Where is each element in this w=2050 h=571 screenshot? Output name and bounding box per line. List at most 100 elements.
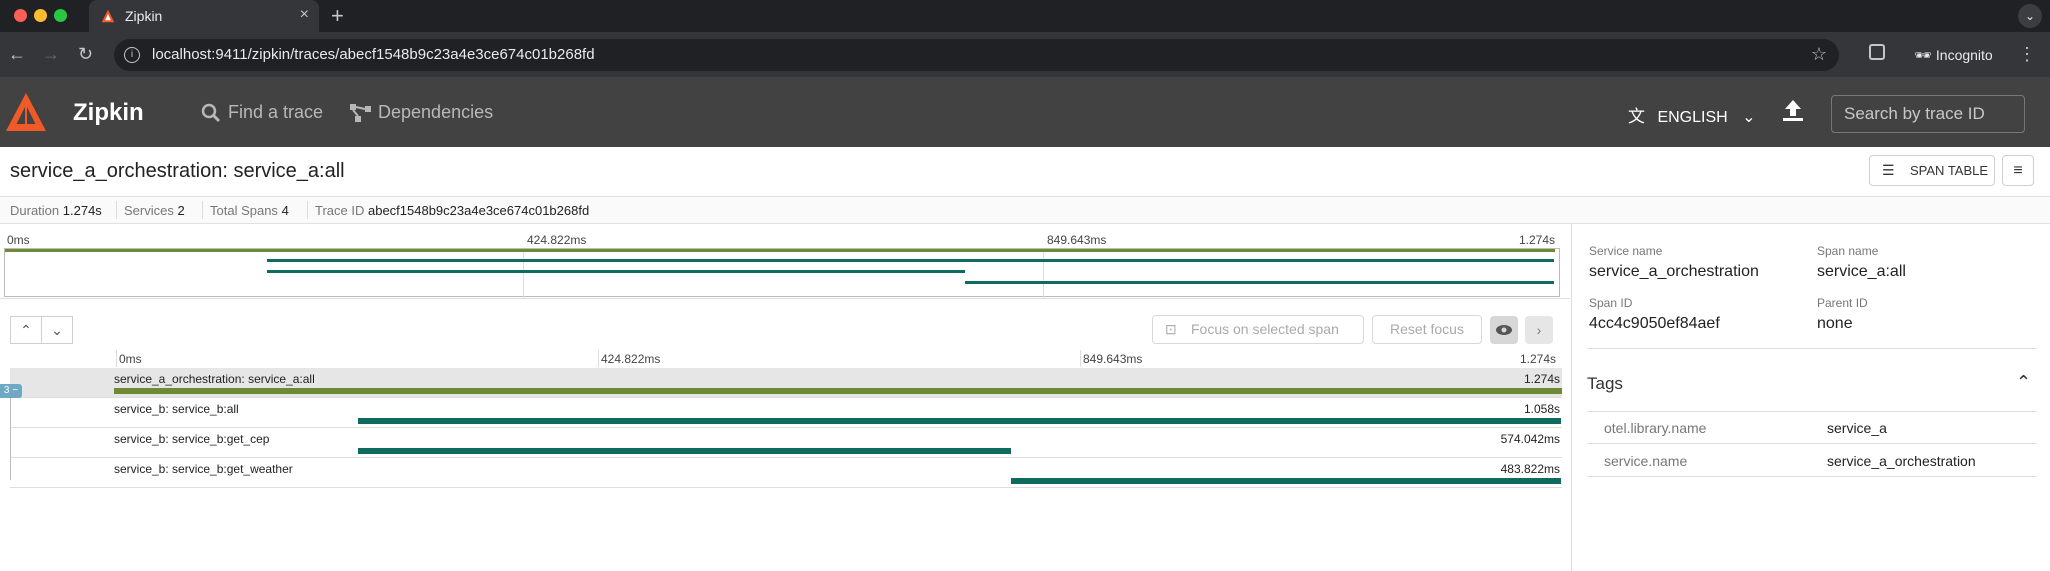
tag-value: service_a — [1827, 420, 1887, 436]
incognito-label: Incognito — [1935, 47, 1993, 63]
language-label: ENGLISH — [1657, 109, 1728, 126]
nav-find-trace[interactable]: Find a trace — [199, 102, 323, 123]
total-spans-value: 4 — [281, 203, 289, 218]
zipkin-favicon-icon — [101, 9, 115, 23]
nav-dependencies-label: Dependencies — [378, 102, 494, 122]
expand-up-button[interactable]: ⌃ — [10, 316, 42, 344]
span-duration: 1.058s — [1523, 402, 1560, 416]
span-row[interactable]: service_b: service_b:get_cep 574.042ms — [10, 428, 1562, 458]
incognito-indicator[interactable]: 🕶 Incognito — [1904, 39, 2003, 71]
mini-tick-label: 0ms — [7, 233, 30, 247]
span-name: service_b: service_b:get_cep — [114, 432, 270, 446]
tick-label: 0ms — [119, 352, 142, 366]
span-name: service_b: service_b:all — [114, 402, 239, 416]
focus-selected-span-label: Focus on selected span — [1191, 321, 1339, 337]
site-info-icon[interactable]: i — [124, 47, 140, 63]
upload-icon[interactable] — [1782, 99, 1804, 123]
timeline-header: 0ms 424.822ms 849.643ms 1.274s — [0, 350, 1570, 368]
app-brand[interactable]: Zipkin — [73, 99, 144, 127]
tick-label: 1.274s — [1520, 352, 1557, 366]
span-bar[interactable] — [358, 418, 1561, 424]
trace-id-search[interactable] — [1831, 95, 2025, 133]
tree-line — [10, 398, 11, 480]
menu-button[interactable]: ≡ — [2002, 155, 2034, 186]
parent-id-label: Parent ID — [1817, 296, 1868, 310]
maximize-window-button[interactable] — [54, 9, 67, 22]
toggle-visibility-button[interactable] — [1490, 316, 1518, 344]
span-table-label: SPAN TABLE — [1910, 163, 1989, 178]
language-selector[interactable]: 文 ENGLISH ⌄ — [1628, 102, 1756, 127]
collapse-children-button[interactable]: 3 − — [0, 384, 22, 398]
app-header: Zipkin Find a trace Dependencies 文 ENGLI… — [0, 77, 2050, 147]
forward-icon[interactable]: → — [42, 44, 60, 65]
minimize-window-button[interactable] — [34, 9, 47, 22]
summary-total-spans: Total Spans 4 — [210, 203, 289, 218]
span-bar[interactable] — [1010, 478, 1561, 484]
span-detail-panel: Service name service_a_orchestration Spa… — [1571, 224, 2050, 571]
close-window-button[interactable] — [14, 9, 27, 22]
browser-toolbar: ← → ↻ i localhost:9411/zipkin/traces/abe… — [0, 32, 2050, 77]
span-duration: 1.274s — [1523, 372, 1560, 386]
chevron-right-icon: › — [1536, 322, 1542, 338]
span-name-value: service_a:all — [1817, 263, 1906, 280]
chevron-up-icon: ⌃ — [20, 322, 32, 338]
bookmark-star-icon[interactable]: ☆ — [1811, 44, 1827, 65]
trace-summary: Duration 1.274s Services 2 Total Spans 4… — [0, 196, 2050, 224]
summary-services: Services 2 — [124, 203, 185, 218]
span-name: service_b: service_b:get_weather — [114, 462, 293, 476]
expand-down-button[interactable]: ⌄ — [41, 316, 73, 344]
mini-tick-label: 424.822ms — [527, 233, 587, 247]
reset-focus-label: Reset focus — [1390, 321, 1464, 337]
span-row[interactable]: service_b: service_b:all 1.058s — [10, 398, 1562, 428]
mini-span-bar — [266, 259, 1554, 262]
summary-trace-id: Trace ID abecf1548b9c23a4e3ce674c01b268f… — [315, 203, 590, 218]
tab-close-icon[interactable]: × — [300, 6, 309, 24]
browser-tab[interactable]: Zipkin × — [89, 0, 319, 32]
chevron-down-icon: ⌄ — [51, 322, 63, 338]
span-duration: 483.822ms — [1500, 462, 1560, 476]
tag-key: service.name — [1604, 453, 1688, 469]
span-row[interactable]: service_b: service_b:get_weather 483.822m… — [10, 458, 1562, 488]
reload-icon[interactable]: ↻ — [78, 44, 93, 65]
focus-selected-span-button[interactable]: ⊡ Focus on selected span — [1152, 315, 1364, 344]
trace-id-search-input[interactable] — [1832, 96, 2024, 132]
parent-id-value: none — [1817, 315, 1853, 332]
span-bar[interactable] — [114, 388, 1562, 394]
reset-focus-button[interactable]: Reset focus — [1372, 315, 1482, 344]
service-name-label: Service name — [1589, 244, 1663, 258]
zipkin-logo-icon[interactable] — [4, 91, 48, 135]
browser-menu-icon[interactable]: ⋮ — [2018, 44, 2036, 65]
new-tab-icon[interactable]: + — [331, 3, 344, 29]
next-button[interactable]: › — [1525, 316, 1553, 344]
browser-tab-strip: Zipkin × + ⌄ — [0, 0, 2050, 32]
mini-tick-label: 849.643ms — [1047, 233, 1107, 247]
span-name: service_a_orchestration: service_a:all — [114, 372, 315, 386]
back-icon[interactable]: ← — [8, 44, 26, 65]
service-name-value: service_a_orchestration — [1589, 263, 1759, 280]
span-duration: 574.042ms — [1500, 432, 1560, 446]
span-table-button[interactable]: ☰ SPAN TABLE — [1869, 155, 1995, 186]
mini-timeline-canvas[interactable] — [4, 248, 1560, 298]
nav-find-trace-label: Find a trace — [228, 102, 324, 122]
eye-icon — [1496, 325, 1512, 335]
tick-label: 849.643ms — [1083, 352, 1143, 366]
side-panel-icon[interactable] — [1869, 44, 1885, 60]
tag-value: service_a_orchestration — [1827, 453, 1976, 469]
search-icon — [201, 104, 221, 123]
tags-title[interactable]: Tags — [1587, 374, 1623, 394]
span-id-value: 4cc4c9050ef84aef — [1589, 315, 1720, 332]
chevron-up-icon[interactable]: ⌃ — [2016, 372, 2031, 393]
mini-span-bar — [5, 249, 1555, 252]
tab-search-chevron-icon[interactable]: ⌄ — [2018, 4, 2042, 28]
mini-timeline[interactable]: 0ms 424.822ms 849.643ms 1.274s — [0, 224, 1570, 299]
page-title: service_a_orchestration: service_a:all — [10, 160, 345, 182]
hamburger-icon: ≡ — [2013, 162, 2023, 179]
address-bar[interactable]: i localhost:9411/zipkin/traces/abecf1548… — [114, 39, 1839, 71]
nav-dependencies[interactable]: Dependencies — [349, 102, 493, 123]
address-url[interactable]: localhost:9411/zipkin/traces/abecf1548b9… — [152, 46, 595, 63]
span-bar[interactable] — [358, 448, 1011, 454]
tab-title: Zipkin — [125, 8, 163, 24]
mini-span-bar — [964, 281, 1554, 284]
span-row[interactable]: service_a_orchestration: service_a:all 1.… — [10, 368, 1562, 398]
incognito-icon: 🕶 — [1914, 47, 1932, 63]
